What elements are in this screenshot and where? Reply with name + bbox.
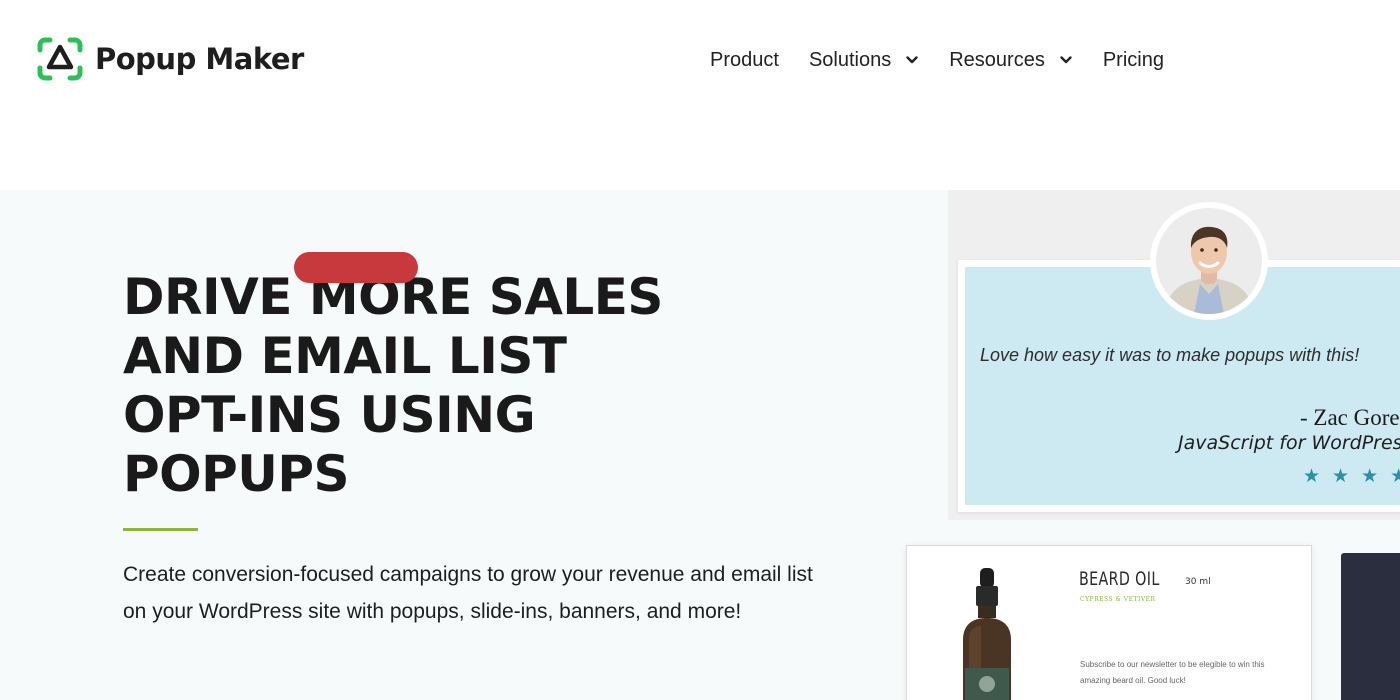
nav-item-resources[interactable]: Resources [949, 49, 1073, 72]
testimonial-author: - Zac Gore [1300, 405, 1400, 430]
popup-product-size: 30 ml [1185, 577, 1211, 587]
nav-item-product[interactable]: Product [710, 49, 779, 72]
secondary-popup-preview [1341, 553, 1400, 700]
star-icon: ★ [1332, 465, 1350, 487]
popup-product-title: BEARD OIL [1079, 568, 1160, 590]
testimonial-quote: Love how easy it was to make popups with… [980, 345, 1360, 365]
chevron-down-icon [1060, 56, 1072, 64]
main-nav: Product Solutions Resources Pricing [710, 46, 1164, 74]
popup-product-subtitle: CYPRESS & VETIVER [1080, 596, 1156, 603]
nav-item-label: Product [710, 48, 779, 71]
testimonial-author-role: JavaScript for WordPress [1178, 432, 1400, 454]
chevron-down-icon [906, 56, 918, 64]
popup-preview-card: BEARD OIL 30 ml CYPRESS & VETIVER Subscr… [906, 545, 1312, 700]
site-header: Popup Maker Product Solutions Resources … [0, 0, 1400, 190]
nav-item-solutions[interactable]: Solutions [809, 49, 919, 72]
brand-name: Popup Maker [95, 42, 304, 76]
hero-section: Drive more sales and email list opt-ins … [0, 190, 1400, 700]
star-icon: ★ [1361, 465, 1379, 487]
hero-title: Drive more sales and email list opt-ins … [123, 268, 663, 503]
star-icon: ★ [1390, 465, 1400, 487]
nav-item-pricing[interactable]: Pricing [1103, 49, 1164, 72]
popup-maker-logo-icon [37, 37, 83, 81]
popup-body-text: Subscribe to our newsletter to be elegib… [1080, 660, 1265, 685]
hero-description: Create conversion-focused campaigns to g… [123, 563, 813, 623]
beard-oil-bottle-image [963, 568, 1011, 700]
star-icon: ★ [1303, 465, 1321, 487]
nav-item-label: Pricing [1102, 48, 1164, 71]
avatar [1150, 202, 1268, 320]
author-photo [1156, 208, 1262, 314]
nav-item-label: Resources [949, 48, 1045, 71]
hero-divider [123, 528, 198, 531]
nav-item-label: Solutions [808, 48, 892, 71]
rating-stars: ★ ★ ★ ★ ★ [1303, 466, 1400, 486]
popup-cta-button[interactable] [294, 252, 418, 283]
logo-link[interactable]: Popup Maker [36, 36, 304, 82]
